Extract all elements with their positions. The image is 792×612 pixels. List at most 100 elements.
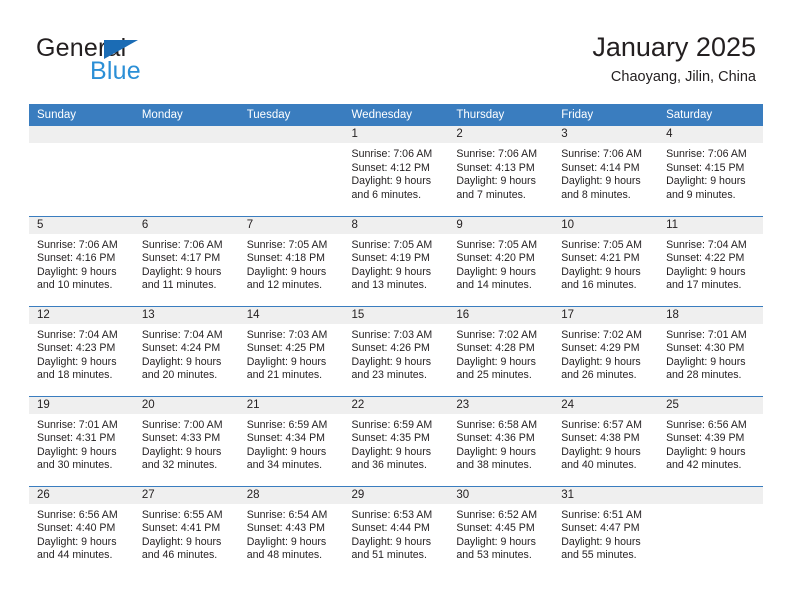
day-number: 17 bbox=[553, 306, 659, 324]
day-detail-line: Sunset: 4:23 PM bbox=[37, 342, 116, 355]
day-cell[interactable]: 16 Sunrise: 7:02 AM Sunset: 4:28 PM Dayligh… bbox=[448, 305, 554, 396]
day-detail-line: Sunrise: 6:53 AM bbox=[351, 508, 433, 521]
day-detail-line: Daylight: 9 hours bbox=[246, 535, 327, 548]
day-cell[interactable]: 5 Sunrise: 7:06 AM Sunset: 4:16 PM Daylight… bbox=[29, 215, 134, 306]
day-cell[interactable]: 1 Sunrise: 7:06 AM Sunset: 4:12 PM Daylight… bbox=[343, 126, 449, 216]
day-cell[interactable]: 6 Sunrise: 7:06 AM Sunset: 4:17 PM Daylight… bbox=[133, 215, 239, 306]
day-cell[interactable]: 29 Sunrise: 6:53 AM Sunset: 4:44 PM Dayligh… bbox=[343, 485, 449, 576]
day-detail-line: and 14 minutes. bbox=[456, 279, 532, 292]
day-details: Sunrise: 7:01 AM Sunset: 4:31 PM Daylight:… bbox=[29, 414, 134, 473]
day-details: Sunrise: 7:00 AM Sunset: 4:33 PM Daylight:… bbox=[134, 414, 239, 473]
day-detail-line: Sunset: 4:34 PM bbox=[246, 432, 326, 445]
title-block: January 2025 Chaoyang, Jilin, China bbox=[592, 32, 756, 86]
day-cell[interactable]: 11 Sunrise: 7:04 AM Sunset: 4:22 PM Dayligh… bbox=[658, 215, 763, 306]
day-number: 13 bbox=[133, 306, 239, 324]
day-detail-line: and 23 minutes. bbox=[351, 369, 427, 382]
day-detail-line: Sunset: 4:31 PM bbox=[37, 432, 116, 445]
day-cell[interactable]: 7 Sunrise: 7:05 AM Sunset: 4:18 PM Daylight… bbox=[238, 215, 344, 306]
day-detail-line: Sunset: 4:14 PM bbox=[561, 161, 640, 174]
page-title: January 2025 bbox=[592, 32, 756, 62]
day-number: 21 bbox=[238, 396, 344, 414]
day-cell[interactable]: 9 Sunrise: 7:05 AM Sunset: 4:20 PM Daylight… bbox=[448, 215, 554, 306]
day-detail-line: Sunset: 4:29 PM bbox=[561, 342, 640, 355]
day-detail-line: and 55 minutes. bbox=[561, 549, 637, 562]
day-cell[interactable]: 18 Sunrise: 7:01 AM Sunset: 4:30 PM Dayligh… bbox=[658, 305, 763, 396]
day-details: Sunrise: 6:51 AM Sunset: 4:47 PM Daylight:… bbox=[553, 504, 658, 563]
day-detail-line: Sunset: 4:38 PM bbox=[561, 432, 640, 445]
day-details: Sunrise: 7:05 AM Sunset: 4:18 PM Daylight:… bbox=[239, 234, 344, 293]
day-number: 31 bbox=[553, 486, 659, 504]
day-detail-line: and 8 minutes. bbox=[561, 188, 631, 201]
day-detail-line: Daylight: 9 hours bbox=[141, 445, 222, 458]
day-cell[interactable]: 19 Sunrise: 7:01 AM Sunset: 4:31 PM Dayligh… bbox=[29, 395, 134, 486]
day-details bbox=[239, 143, 344, 148]
day-detail-line: Sunrise: 6:51 AM bbox=[561, 508, 642, 521]
day-number: 2 bbox=[448, 126, 554, 143]
day-cell[interactable]: 24 Sunrise: 6:57 AM Sunset: 4:38 PM Dayligh… bbox=[553, 395, 659, 486]
weekday-header-sunday: Sunday bbox=[29, 104, 134, 126]
day-number bbox=[133, 126, 239, 143]
day-details: Sunrise: 7:05 AM Sunset: 4:21 PM Daylight:… bbox=[553, 234, 658, 293]
day-number: 8 bbox=[343, 216, 449, 234]
day-detail-line: and 32 minutes. bbox=[141, 459, 218, 472]
day-details: Sunrise: 6:53 AM Sunset: 4:44 PM Daylight:… bbox=[344, 504, 449, 563]
day-detail-line: Daylight: 9 hours bbox=[141, 535, 222, 548]
day-cell[interactable]: 20 Sunrise: 7:00 AM Sunset: 4:33 PM Dayligh… bbox=[133, 395, 239, 486]
day-cell[interactable]: 15 Sunrise: 7:03 AM Sunset: 4:26 PM Dayligh… bbox=[343, 305, 449, 396]
day-number: 3 bbox=[553, 126, 659, 143]
day-details: Sunrise: 6:55 AM Sunset: 4:41 PM Daylight:… bbox=[134, 504, 239, 563]
day-cell[interactable]: 28 Sunrise: 6:54 AM Sunset: 4:43 PM Dayligh… bbox=[238, 485, 344, 576]
day-cell[interactable]: 26 Sunrise: 6:56 AM Sunset: 4:40 PM Dayligh… bbox=[29, 485, 134, 576]
day-cell[interactable]: 3 Sunrise: 7:06 AM Sunset: 4:14 PM Daylight… bbox=[553, 126, 659, 216]
day-detail-line: Sunrise: 7:03 AM bbox=[351, 328, 433, 341]
day-cell[interactable]: 12 Sunrise: 7:04 AM Sunset: 4:23 PM Dayligh… bbox=[29, 305, 134, 396]
day-details: Sunrise: 7:04 AM Sunset: 4:24 PM Daylight:… bbox=[134, 324, 239, 383]
day-number: 1 bbox=[343, 126, 449, 143]
day-detail-line: and 25 minutes. bbox=[456, 369, 532, 382]
day-number: 28 bbox=[238, 486, 344, 504]
day-number bbox=[29, 126, 134, 143]
day-cell[interactable]: 13 Sunrise: 7:04 AM Sunset: 4:24 PM Dayligh… bbox=[133, 305, 239, 396]
day-detail-line: Sunset: 4:44 PM bbox=[351, 522, 430, 535]
weekday-header-wednesday: Wednesday bbox=[343, 104, 449, 126]
day-detail-line: Sunrise: 6:56 AM bbox=[37, 508, 118, 521]
day-detail-line: and 34 minutes. bbox=[246, 459, 323, 472]
weekday-header-friday: Friday bbox=[553, 104, 659, 126]
day-details bbox=[29, 143, 134, 148]
day-number: 9 bbox=[448, 216, 554, 234]
day-cell[interactable]: 17 Sunrise: 7:02 AM Sunset: 4:29 PM Dayligh… bbox=[553, 305, 659, 396]
day-cell[interactable]: 10 Sunrise: 7:05 AM Sunset: 4:21 PM Dayligh… bbox=[553, 215, 659, 306]
day-details: Sunrise: 6:56 AM Sunset: 4:40 PM Daylight:… bbox=[29, 504, 134, 563]
day-cell[interactable]: 4 Sunrise: 7:06 AM Sunset: 4:15 PM Daylight… bbox=[658, 126, 763, 216]
day-detail-line: and 20 minutes. bbox=[141, 369, 218, 382]
day-cell[interactable]: 25 Sunrise: 6:56 AM Sunset: 4:39 PM Dayligh… bbox=[658, 395, 763, 486]
day-number: 20 bbox=[133, 396, 239, 414]
day-detail-line: Daylight: 9 hours bbox=[561, 175, 641, 188]
logo-text-blue: Blue bbox=[90, 57, 141, 85]
day-detail-line: Sunrise: 7:06 AM bbox=[141, 238, 223, 251]
day-detail-line: and 46 minutes. bbox=[141, 549, 218, 562]
day-detail-line: and 26 minutes. bbox=[561, 369, 637, 382]
day-cell[interactable]: 27 Sunrise: 6:55 AM Sunset: 4:41 PM Dayligh… bbox=[133, 485, 239, 576]
day-number: 5 bbox=[29, 216, 134, 234]
day-detail-line: Daylight: 9 hours bbox=[141, 355, 222, 368]
day-detail-line: Sunrise: 6:59 AM bbox=[246, 418, 328, 431]
day-cell[interactable]: 21 Sunrise: 6:59 AM Sunset: 4:34 PM Dayligh… bbox=[238, 395, 344, 486]
day-detail-line: Daylight: 9 hours bbox=[456, 175, 536, 188]
calendar-week-row: 26 Sunrise: 6:56 AM Sunset: 4:40 PM Dayligh… bbox=[29, 485, 763, 576]
day-cell[interactable]: 8 Sunrise: 7:05 AM Sunset: 4:19 PM Daylight… bbox=[343, 215, 449, 306]
day-cell[interactable]: 30 Sunrise: 6:52 AM Sunset: 4:45 PM Dayligh… bbox=[448, 485, 554, 576]
day-cell[interactable]: 22 Sunrise: 6:59 AM Sunset: 4:35 PM Dayligh… bbox=[343, 395, 449, 486]
day-cell[interactable]: 2 Sunrise: 7:06 AM Sunset: 4:13 PM Daylight… bbox=[448, 126, 554, 216]
day-detail-line: Daylight: 9 hours bbox=[561, 445, 641, 458]
day-cell[interactable]: 31 Sunrise: 6:51 AM Sunset: 4:47 PM Dayligh… bbox=[553, 485, 659, 576]
day-details: Sunrise: 6:52 AM Sunset: 4:45 PM Daylight:… bbox=[448, 504, 553, 563]
day-cell[interactable]: 14 Sunrise: 7:03 AM Sunset: 4:25 PM Dayligh… bbox=[238, 305, 344, 396]
calendar-week-row: 19 Sunrise: 7:01 AM Sunset: 4:31 PM Dayligh… bbox=[29, 395, 763, 486]
day-detail-line: Sunrise: 7:06 AM bbox=[37, 238, 118, 251]
day-number: 10 bbox=[553, 216, 659, 234]
day-details: Sunrise: 6:56 AM Sunset: 4:39 PM Daylight:… bbox=[658, 414, 763, 473]
day-detail-line: Sunrise: 7:05 AM bbox=[246, 238, 328, 251]
day-cell[interactable]: 23 Sunrise: 6:58 AM Sunset: 4:36 PM Dayligh… bbox=[448, 395, 554, 486]
day-detail-line: Daylight: 9 hours bbox=[351, 355, 432, 368]
